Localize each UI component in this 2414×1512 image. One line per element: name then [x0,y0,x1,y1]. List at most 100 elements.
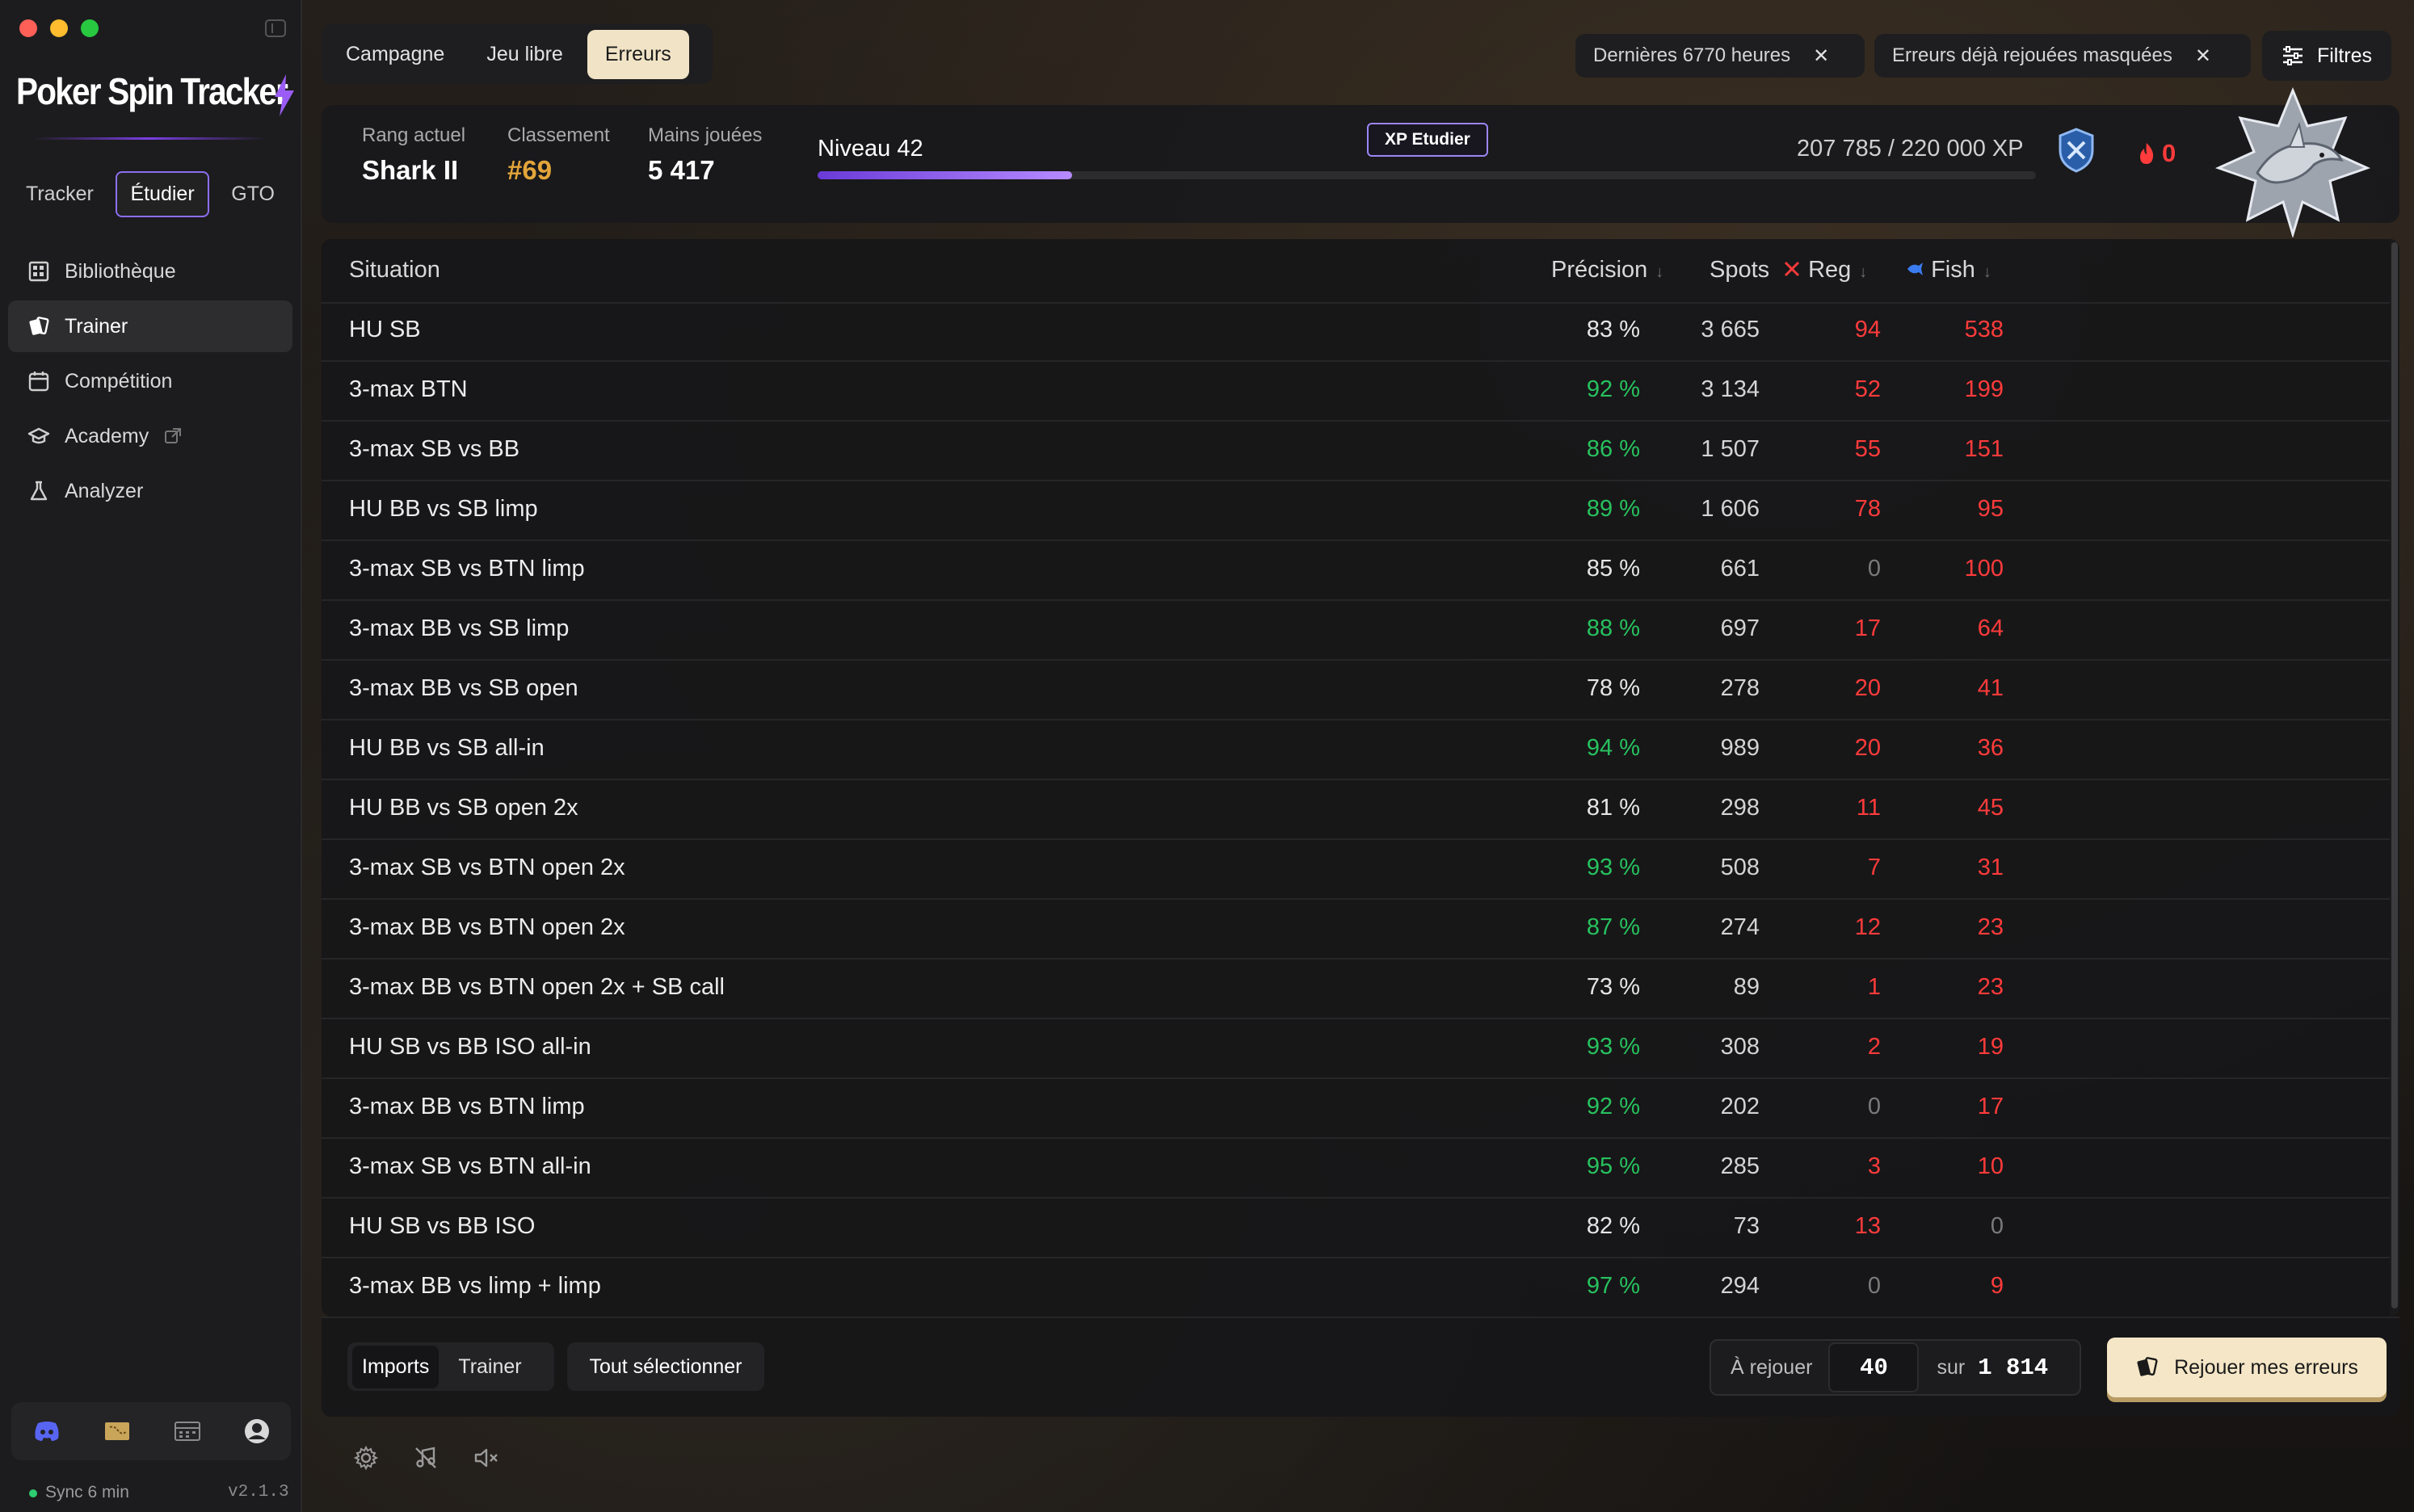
sort-arrow-icon: ↓ [1655,263,1664,281]
sidebar-nav: Bibliothèque Trainer Compétition Academy… [8,246,292,520]
cell-spots: 202 [1720,1094,1760,1119]
classement-value: #69 [507,155,553,185]
hands-label: Mains jouées [648,124,763,146]
sidebar-item-bibliotheque[interactable]: Bibliothèque [8,246,292,297]
calendar-grid-icon[interactable] [174,1419,201,1443]
mode-tab-tracker[interactable]: Tracker [13,173,107,216]
cell-reg: 11 [1856,795,1881,821]
column-header-fish[interactable]: Fish ↓ [1905,257,1991,284]
settings-icon[interactable] [354,1446,378,1470]
table-scrollbar[interactable] [2390,239,2399,1317]
select-all-button[interactable]: Tout sélectionner [567,1342,764,1391]
table-row[interactable]: 3-max SB vs BTN limp 85 % 661 0 100 [322,541,2390,601]
table-row[interactable]: HU BB vs SB open 2x 81 % 298 11 45 [322,780,2390,840]
source-option-trainer[interactable]: Trainer [448,1346,531,1388]
scrollbar-thumb[interactable] [2391,242,2398,1308]
sidebar-item-academy[interactable]: Academy [8,410,292,462]
cell-fish: 23 [1977,974,2004,1000]
hands-value: 5 417 [648,155,715,185]
mode-tab-gto[interactable]: GTO [218,173,288,216]
cell-spots: 73 [1733,1213,1760,1239]
source-option-imports[interactable]: Imports [352,1345,439,1388]
cell-reg: 52 [1854,376,1881,402]
graduation-cap-icon [27,427,50,444]
cell-spots: 285 [1720,1153,1760,1179]
cell-fish: 23 [1977,914,2004,940]
minimize-window-button[interactable] [50,19,68,37]
window-controls [19,19,99,37]
table-row[interactable]: HU BB vs SB limp 89 % 1 606 78 95 [322,481,2390,541]
close-icon[interactable]: ✕ [1813,44,1829,68]
collapse-sidebar-icon[interactable] [265,19,286,37]
cell-fish: 100 [1964,556,2004,582]
column-header-spots[interactable]: Spots [1710,257,1769,284]
cell-situation: 3-max SB vs BTN open 2x [349,855,625,880]
volume-muted-icon[interactable] [473,1446,499,1470]
table-row[interactable]: 3-max BB vs BTN open 2x + SB call 73 % 89 1… [322,960,2390,1019]
tab-jeu-libre[interactable]: Jeu libre [469,30,581,79]
cell-reg: 3 [1867,1153,1881,1179]
filter-chip-label: Erreurs déjà rejouées masquées [1892,44,2172,66]
discord-icon[interactable] [33,1421,61,1442]
cell-fish: 151 [1964,436,2004,462]
table-row[interactable]: HU SB vs BB ISO all-in 93 % 308 2 19 [322,1019,2390,1079]
table-row[interactable]: HU SB 83 % 3 665 94 538 [322,302,2390,362]
shark-rank-emblem-icon [2214,87,2371,237]
table-row[interactable]: 3-max SB vs BB 86 % 1 507 55 151 [322,422,2390,481]
maximize-window-button[interactable] [81,19,99,37]
table-row[interactable]: 3-max BB vs SB limp 88 % 697 17 64 [322,601,2390,661]
tab-erreurs[interactable]: Erreurs [587,29,689,79]
table-row[interactable]: HU BB vs SB all-in 94 % 989 20 36 [322,720,2390,780]
cell-precision: 86 % [1586,436,1640,462]
flask-icon [30,481,48,501]
sidebar-item-label: Analyzer [65,479,144,502]
player-stats-bar: Rang actuel Shark II Classement #69 Main… [322,87,2399,237]
filters-button[interactable]: Filtres [2262,31,2391,81]
map-icon[interactable] [103,1419,131,1443]
close-window-button[interactable] [19,19,37,37]
cell-fish: 9 [1990,1273,2004,1299]
column-header-reg[interactable]: Reg ↓ [1782,257,1867,284]
column-header-label: Précision [1551,257,1648,283]
cell-situation: 3-max SB vs BTN limp [349,556,585,582]
tab-campagne[interactable]: Campagne [328,30,462,79]
sidebar-item-competition[interactable]: Compétition [8,355,292,407]
table-row[interactable]: HU SB vs BB ISO 82 % 73 13 0 [322,1199,2390,1258]
mode-tab-etudier[interactable]: Étudier [116,170,209,217]
table-row[interactable]: 3-max BB vs BTN open 2x 87 % 274 12 23 [322,900,2390,960]
app-window: Poker Spin Tracker Tracker Étudier GTO B… [0,0,2414,1512]
column-header-label: Fish [1931,257,1975,283]
classement-label: Classement [507,124,610,146]
sidebar-item-trainer[interactable]: Trainer [8,300,292,352]
table-row[interactable]: 3-max BB vs BTN limp 92 % 202 0 17 [322,1079,2390,1139]
replay-errors-label: Rejouer mes erreurs [2174,1355,2358,1379]
sidebar: Poker Spin Tracker Tracker Étudier GTO B… [0,0,302,1512]
filter-chip-hidden-errors[interactable]: Erreurs déjà rejouées masquées ✕ [1874,34,2251,78]
column-header-precision[interactable]: Précision ↓ [1551,257,1663,284]
cell-situation: 3-max BB vs BTN limp [349,1094,585,1119]
errors-table: Situation Précision ↓ Spots Reg ↓ Fish ↓ HU… [322,239,2399,1317]
table-row[interactable]: 3-max SB vs BTN open 2x 93 % 508 7 31 [322,840,2390,900]
music-muted-icon[interactable] [414,1446,438,1470]
replay-count-box: À rejouer 40 sur 1 814 [1710,1339,2081,1396]
column-header-situation[interactable]: Situation [349,257,440,284]
account-icon[interactable] [244,1418,270,1444]
filter-chip-time[interactable]: Dernières 6770 heures ✕ [1575,34,1865,78]
table-row[interactable]: 3-max SB vs BTN all-in 95 % 285 3 10 [322,1139,2390,1199]
hands-stat: Mains jouées 5 417 [648,124,762,186]
cell-spots: 89 [1733,974,1760,1000]
sidebar-item-analyzer[interactable]: Analyzer [8,465,292,517]
cell-precision: 73 % [1586,974,1640,1000]
table-row[interactable]: 3-max BB vs SB open 78 % 278 20 41 [322,661,2390,720]
flame-icon [2140,143,2154,164]
table-row[interactable]: 3-max BB vs limp + limp 97 % 294 0 9 [322,1258,2390,1317]
replay-errors-button[interactable]: Rejouer mes erreurs [2107,1338,2387,1397]
cell-precision: 95 % [1586,1153,1640,1179]
close-icon[interactable]: ✕ [2195,44,2211,68]
replay-count-input[interactable]: 40 [1828,1342,1920,1392]
cell-precision: 81 % [1586,795,1640,821]
cell-situation: 3-max SB vs BB [349,436,520,462]
table-row[interactable]: 3-max BTN 92 % 3 134 52 199 [322,362,2390,422]
xp-progress-fill [818,171,1073,179]
sidebar-item-label: Trainer [65,314,128,338]
